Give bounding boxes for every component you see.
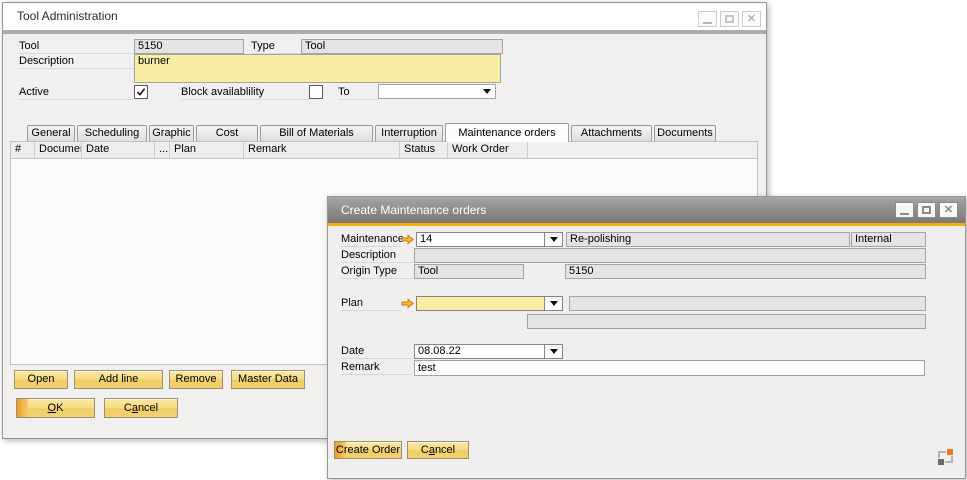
close-icon: ✕ [747, 14, 756, 25]
description-label: Description [19, 54, 134, 69]
resize-bracket-bottom-right [945, 456, 953, 463]
col-header-plan: Plan [170, 142, 244, 158]
maintenance-kind-field: Internal [851, 232, 926, 247]
plan-extra-field [527, 314, 926, 329]
to-date-dropdown[interactable] [378, 84, 496, 99]
titlebar-separator [3, 30, 766, 34]
col-header-work-order: Work Order [448, 142, 528, 158]
close-icon: ✕ [944, 205, 953, 216]
tab-documents[interactable]: Documents [654, 125, 716, 141]
origin-code-field: 5150 [565, 264, 926, 279]
col-header-status: Status [400, 142, 448, 158]
minimize-icon [703, 22, 712, 24]
link-arrow-icon[interactable] [401, 298, 414, 309]
cancel-button[interactable]: Cancel [104, 398, 178, 418]
dialog-title-bar[interactable]: Create Maintenance orders ✕ [328, 197, 965, 223]
maximize-button[interactable] [720, 11, 739, 27]
accent-line [328, 223, 965, 226]
window-title: Tool Administration [17, 3, 118, 30]
type-label: Type [251, 39, 301, 54]
maintenance-dropdown[interactable]: 14 [416, 232, 563, 247]
tab-interruption[interactable]: Interruption [375, 125, 443, 141]
minimize-button[interactable] [698, 11, 717, 27]
plan-value [417, 297, 544, 310]
tab-attachments[interactable]: Attachments [571, 125, 652, 141]
master-data-button[interactable]: Master Data [231, 370, 305, 389]
chevron-down-icon [544, 297, 562, 310]
check-icon [136, 87, 146, 97]
active-checkbox[interactable] [134, 85, 148, 99]
col-header-ellipsis: ... [155, 142, 170, 158]
plan-description-field [569, 296, 926, 311]
dialog-title: Create Maintenance orders [341, 197, 486, 223]
create-maintenance-orders-dialog: Create Maintenance orders ✕ Maintenance … [327, 196, 966, 479]
link-arrow-icon[interactable] [401, 234, 414, 245]
block-availability-checkbox[interactable] [309, 85, 323, 99]
tab-graphic[interactable]: Graphic [149, 125, 194, 141]
type-field: Tool [301, 39, 503, 54]
title-bar[interactable]: Tool Administration ✕ [3, 3, 766, 30]
dialog-close-button[interactable]: ✕ [939, 202, 958, 218]
description-field[interactable]: burner [134, 54, 501, 83]
remark-field[interactable]: test [414, 360, 925, 376]
maximize-icon [922, 206, 931, 214]
resize-square-dark [938, 459, 944, 465]
minimize-icon [900, 213, 909, 215]
dialog-minimize-button[interactable] [895, 202, 914, 218]
tool-label: Tool [19, 39, 134, 54]
default-button-stripe [17, 399, 29, 417]
maintenance-description-field: Re-polishing [566, 232, 850, 247]
origin-type-label: Origin Type [341, 264, 412, 279]
plan-dropdown[interactable] [416, 296, 563, 311]
to-date-value [379, 85, 478, 98]
col-header-filler [528, 142, 757, 158]
col-header-document: Document [35, 142, 82, 158]
chevron-down-icon [544, 345, 562, 358]
tab-bill-of-materials[interactable]: Bill of Materials [260, 125, 373, 141]
col-header-remark: Remark [244, 142, 400, 158]
table-header-row: # Document Date ... Plan Remark Status W… [11, 142, 757, 159]
dialog-cancel-button[interactable]: Cancel [407, 441, 469, 459]
close-button[interactable]: ✕ [742, 11, 761, 27]
active-label: Active [19, 85, 134, 100]
form-resize-icon[interactable] [938, 449, 954, 465]
tab-general[interactable]: General [27, 125, 75, 141]
chevron-down-icon [544, 233, 562, 246]
tool-field: 5150 [134, 39, 244, 54]
remark-label: Remark [341, 360, 412, 375]
maintenance-label: Maintenance [341, 232, 401, 247]
open-button[interactable]: Open [14, 370, 68, 389]
date-dropdown[interactable]: 08.08.22 [414, 344, 563, 359]
dialog-maximize-button[interactable] [917, 202, 936, 218]
origin-type-field: Tool [414, 264, 524, 279]
maximize-icon [725, 15, 734, 23]
col-header-date: Date [82, 142, 155, 158]
tab-maintenance-orders[interactable]: Maintenance orders [445, 123, 569, 142]
date-label: Date [341, 344, 412, 359]
tab-cost[interactable]: Cost [196, 125, 258, 141]
block-availability-label: Block availablility [181, 85, 309, 100]
chevron-down-icon [478, 85, 495, 98]
col-header-number: # [11, 142, 35, 158]
create-order-button[interactable]: Create Order [334, 441, 402, 459]
add-line-button[interactable]: Add line [74, 370, 163, 389]
remove-button[interactable]: Remove [169, 370, 223, 389]
dialog-description-field [414, 248, 926, 263]
dialog-description-label: Description [341, 248, 412, 263]
date-value: 08.08.22 [415, 345, 544, 358]
maintenance-value: 14 [417, 233, 544, 246]
resize-square-orange [947, 449, 953, 455]
to-label: To [338, 85, 378, 100]
plan-label: Plan [341, 296, 401, 311]
tab-scheduling[interactable]: Scheduling [77, 125, 147, 141]
ok-button[interactable]: OK [16, 398, 95, 418]
